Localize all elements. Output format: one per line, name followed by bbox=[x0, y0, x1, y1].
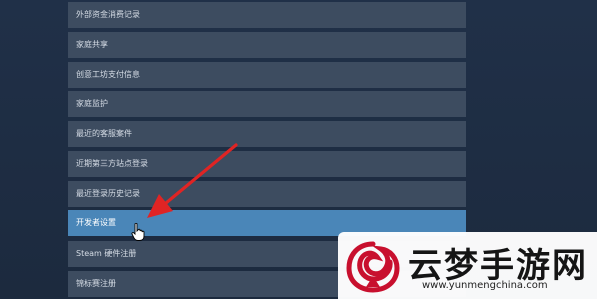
watermark-logo-icon bbox=[346, 241, 400, 293]
watermark-banner: 云梦手游网 www.yunmengchina.com bbox=[338, 232, 597, 299]
watermark-url: www.yunmengchina.com bbox=[422, 280, 548, 291]
hand-cursor-icon bbox=[131, 223, 145, 241]
